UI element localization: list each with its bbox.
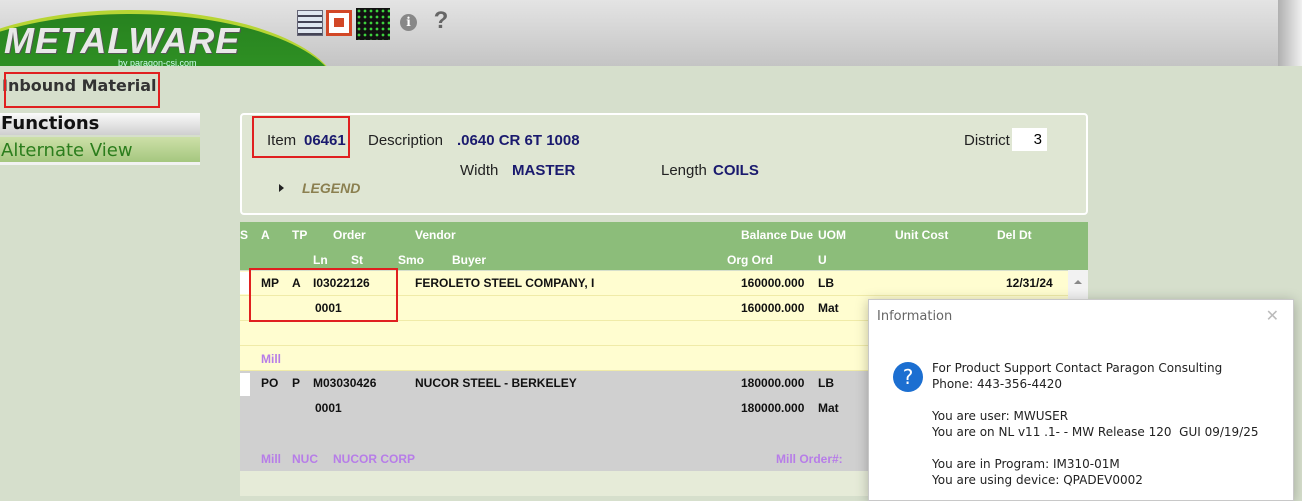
cell-tp: PO [261, 376, 279, 390]
cell-status: P [292, 376, 301, 390]
col-uom: UOM [818, 228, 846, 242]
cell-vendor: NUCOR STEEL - BERKELEY [415, 376, 577, 390]
cell-uom: LB [818, 376, 834, 390]
dialog-line-program: You are in Program: IM310-01M [932, 457, 1120, 471]
functions-menu[interactable]: Functions [0, 113, 200, 135]
description-label: Description [368, 132, 444, 149]
question-icon: ? [893, 362, 923, 392]
dialog-line-user: You are user: MWUSER [932, 409, 1069, 423]
col-buyer: Buyer [452, 253, 487, 267]
cell-org-ord: 180000.000 [741, 401, 805, 415]
district-label: District [964, 132, 1010, 149]
powerpoint-icon[interactable] [326, 10, 352, 36]
grid-header: S A TP Order Vendor Balance Due UOM Unit… [240, 222, 1088, 270]
col-st: St [351, 253, 363, 267]
dialog-line-phone: Phone: 443-356-4420 [932, 377, 1063, 391]
cell-unit: Mat [818, 401, 839, 415]
cell-org-ord: 160000.000 [741, 301, 805, 315]
logo-text: METALWARE [4, 20, 241, 61]
cell-uom: LB [818, 276, 834, 290]
description-value: .0640 CR 6T 1008 [457, 132, 580, 149]
metalware-logo: METALWARE by paragon-csi.com [0, 0, 330, 66]
grid-icon[interactable] [356, 8, 390, 40]
cell-unit: Mat [818, 301, 839, 315]
help-icon[interactable]: ? [431, 8, 451, 34]
col-del-dt: Del Dt [997, 228, 1032, 242]
logo-subtext: by paragon-csi.com [118, 58, 197, 66]
cell-balance-due: 160000.000 [741, 276, 805, 290]
mill-name: NUCOR CORP [333, 452, 416, 466]
information-dialog: Information ✕ ? For Product Support Cont… [868, 299, 1294, 501]
col-balance-due: Balance Due [741, 228, 814, 242]
col-org-ord: Org Ord [727, 253, 774, 267]
dialog-line-device: You are using device: QPADEV0002 [932, 473, 1143, 487]
width-label: Width [460, 162, 499, 179]
col-tp: TP [292, 228, 308, 242]
col-order: Order [333, 228, 366, 242]
col-unit-cost: Unit Cost [895, 228, 949, 242]
highlight-box-order [249, 268, 398, 322]
mill-label: Mill [261, 352, 281, 366]
scroll-up-icon[interactable] [1074, 280, 1082, 284]
district-field[interactable]: 3 [1012, 128, 1047, 151]
cell-vendor: FEROLETO STEEL COMPANY, I [415, 276, 595, 290]
highlight-box-item [252, 116, 350, 158]
app-header: METALWARE by paragon-csi.com i ? [0, 0, 1302, 66]
mill-label: Mill [261, 452, 281, 466]
cell-line: 0001 [315, 401, 342, 415]
legend-expand-icon[interactable] [279, 184, 284, 192]
cell-order[interactable]: M03030426 [313, 376, 376, 390]
close-icon[interactable]: ✕ [1266, 306, 1279, 326]
legend-toggle[interactable]: LEGEND [302, 180, 360, 196]
cell-del-dt: 12/31/24 [1006, 276, 1053, 290]
length-value: COILS [713, 162, 759, 179]
alternate-view-link[interactable]: Alternate View [0, 137, 200, 165]
cell-balance-due: 180000.000 [741, 376, 805, 390]
mill-code: NUC [292, 452, 318, 466]
col-vendor: Vendor [415, 228, 456, 242]
item-panel: Item 06461 Description .0640 CR 6T 1008 … [240, 113, 1088, 215]
row-select-marker[interactable] [240, 373, 250, 396]
highlight-box-title [4, 72, 160, 108]
header-edge [1278, 0, 1302, 66]
dialog-line-support: For Product Support Contact Paragon Cons… [932, 361, 1223, 375]
calculator-icon[interactable] [297, 10, 323, 36]
info-icon[interactable]: i [400, 14, 417, 31]
col-ln: Ln [313, 253, 328, 267]
width-value: MASTER [512, 162, 576, 179]
dialog-line-release: You are on NL v11 .1- - MW Release 120 G… [932, 425, 1259, 439]
col-s: S [240, 228, 249, 242]
mill-order-label: Mill Order#: [776, 452, 843, 466]
col-a: A [261, 228, 270, 242]
col-smo: Smo [398, 253, 425, 267]
col-u: U [818, 253, 827, 267]
dialog-title: Information [877, 309, 953, 324]
length-label: Length [661, 162, 707, 179]
